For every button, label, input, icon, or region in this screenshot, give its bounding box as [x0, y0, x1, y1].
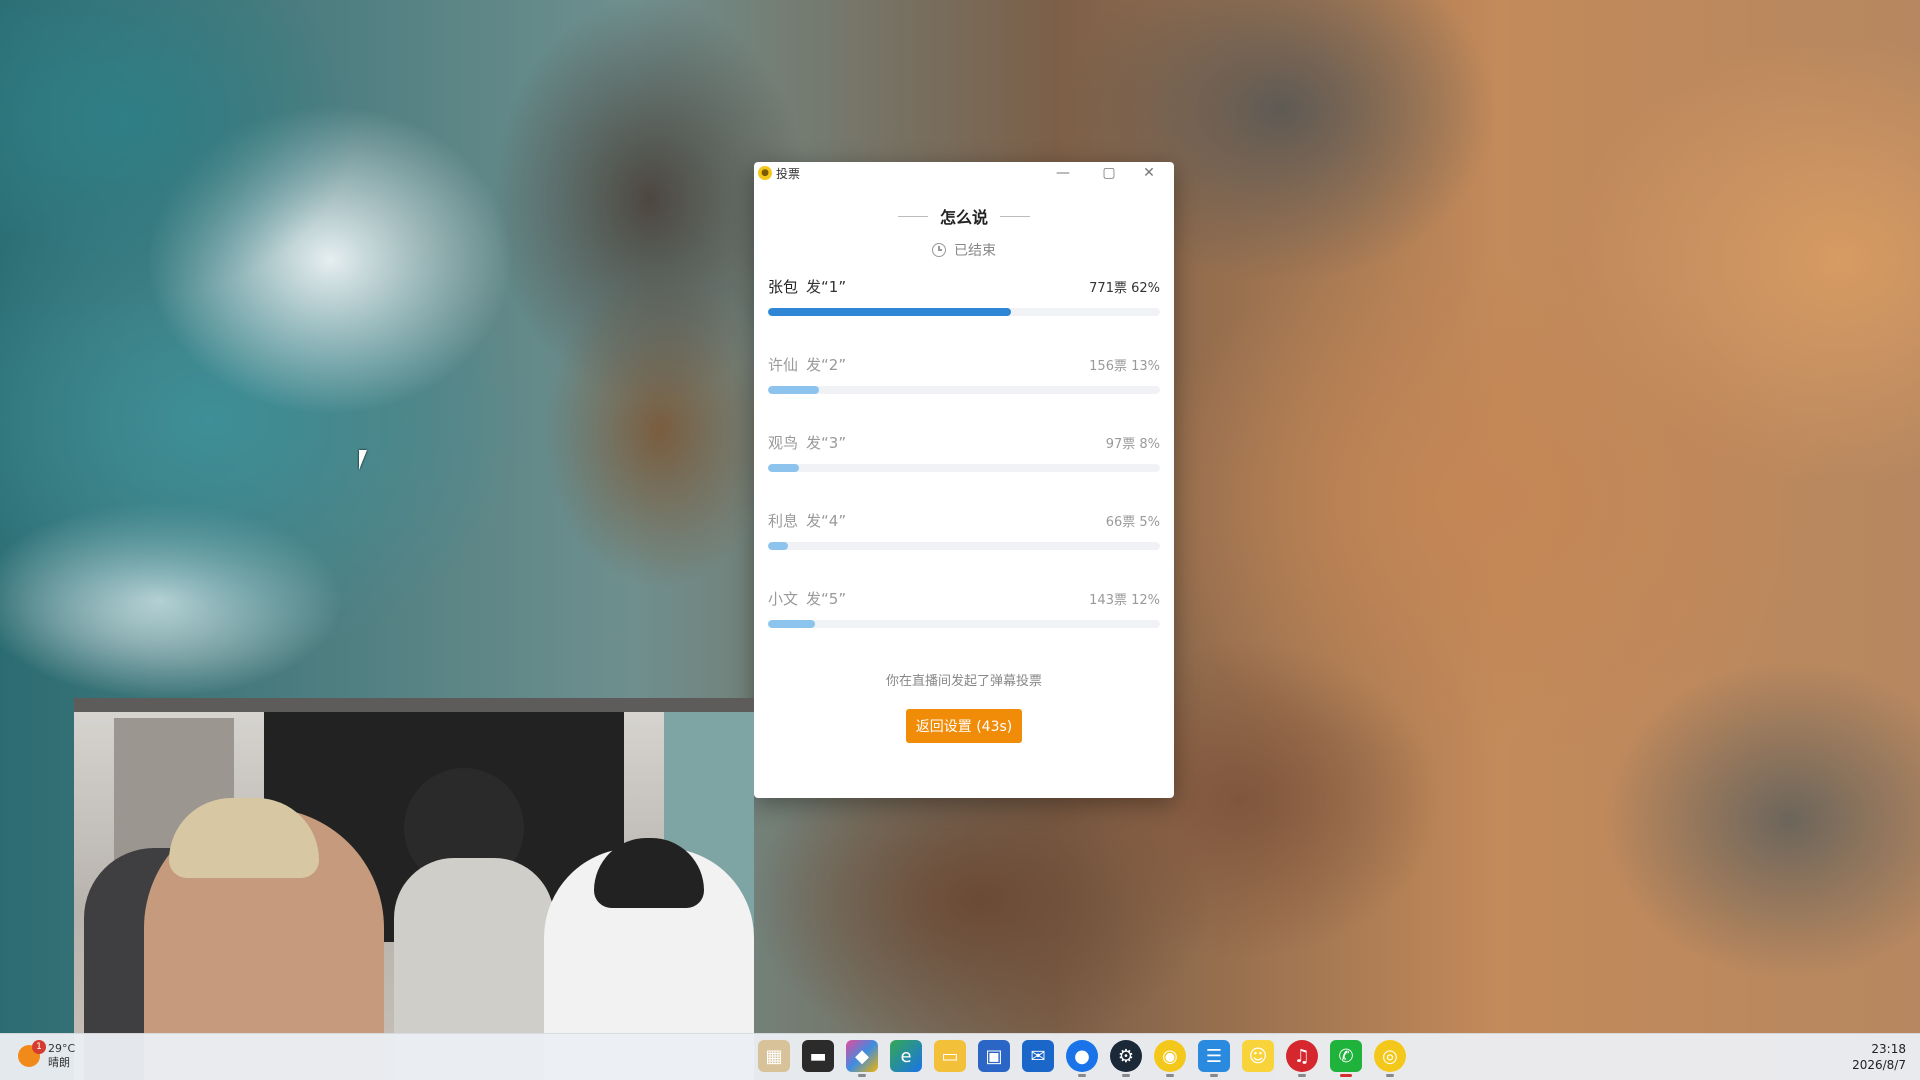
clock-date: 2026/8/7	[1852, 1058, 1906, 1072]
taskbar-apps: ▦ ▬ ◆ e ▭ ▣ ✉ ● ⚙ ◉ ☰ ☺ ♫ ✆ ◎	[752, 1040, 1412, 1077]
poll-options: 张包 发“1” 771票 62% 许仙 发“2” 156票 13% 观鸟 发“3…	[754, 274, 1174, 664]
poll-option-4: 利息 发“4” 66票 5%	[768, 508, 1160, 586]
clock-time: 23:18	[1871, 1042, 1906, 1056]
clock-icon	[932, 243, 946, 257]
minimize-button[interactable]: —	[1046, 162, 1080, 184]
title-divider-left	[897, 215, 928, 217]
option-command: 发“3”	[806, 433, 847, 452]
bilibili-icon[interactable]: ☺	[1242, 1040, 1274, 1072]
chrome-icon[interactable]: ●	[1066, 1040, 1098, 1077]
task-view-icon[interactable]: ▦	[758, 1040, 790, 1072]
webcam-overlay	[74, 698, 754, 1080]
poll-option-1: 张包 发“1” 771票 62%	[768, 274, 1160, 352]
poll-header: 怎么说	[754, 204, 1174, 228]
option-command: 发“1”	[806, 277, 847, 296]
edge-browser-icon[interactable]: e	[890, 1040, 922, 1072]
option-name: 许仙	[768, 355, 799, 374]
notepad-icon[interactable]: ☰	[1198, 1040, 1230, 1077]
window-title: 投票	[776, 166, 801, 181]
footer-note: 你在直播间发起了弹幕投票	[885, 674, 1042, 689]
weather-badge: 1	[32, 1040, 46, 1054]
maximize-button[interactable]: ▢	[1092, 162, 1126, 184]
system-clock[interactable]: 23:18 2026/8/7	[1852, 1041, 1906, 1073]
colorful-app-icon[interactable]: ◆	[846, 1040, 878, 1077]
back-to-settings-button[interactable]: 返回设置 (43s)	[906, 709, 1022, 743]
option-command: 发“2”	[806, 355, 847, 374]
live-app-icon[interactable]: ◎	[1374, 1040, 1406, 1077]
option-bar-track	[768, 464, 1160, 472]
close-button[interactable]: ✕	[1132, 162, 1166, 184]
option-bar-fill	[768, 308, 1012, 316]
option-bar-fill	[768, 464, 800, 472]
weather-widget[interactable]: 1 29°C 晴朗	[18, 1040, 76, 1070]
option-name: 观鸟	[768, 433, 799, 452]
option-bar-track	[768, 620, 1160, 628]
file-explorer-icon[interactable]: ▭	[934, 1040, 966, 1072]
option-stat: 156票 13%	[1089, 358, 1160, 374]
option-bar-fill	[768, 386, 819, 394]
option-bar-fill	[768, 542, 788, 550]
titlebar: ● 投票 — ▢ ✕	[754, 162, 1174, 184]
terminal-icon[interactable]: ▬	[802, 1040, 834, 1072]
option-bar-fill	[768, 620, 816, 628]
microsoft-store-icon[interactable]: ▣	[978, 1040, 1010, 1072]
option-bar-track	[768, 308, 1160, 316]
taskbar: 1 29°C 晴朗 ▦ ▬ ◆ e ▭ ▣ ✉ ● ⚙ ◉ ☰ ☺ ♫ ✆ ◎ …	[0, 1033, 1920, 1080]
weather-temp: 29°C	[48, 1042, 76, 1055]
option-bar-track	[768, 542, 1160, 550]
option-stat: 97票 8%	[1105, 436, 1160, 452]
vote-window: ● 投票 — ▢ ✕ 怎么说 已结束 张包 发“1” 771票 62% 许仙 发…	[754, 162, 1174, 798]
option-stat: 143票 12%	[1089, 592, 1160, 608]
option-command: 发“4”	[806, 511, 847, 530]
poll-option-2: 许仙 发“2” 156票 13%	[768, 352, 1160, 430]
option-name: 利息	[768, 511, 799, 530]
poll-status-text: 已结束	[954, 243, 996, 259]
weather-desc: 晴朗	[48, 1056, 70, 1069]
option-name: 小文	[768, 589, 799, 608]
wechat-icon[interactable]: ✆	[1330, 1040, 1362, 1077]
poll-title: 怎么说	[939, 208, 988, 227]
steam-icon[interactable]: ⚙	[1110, 1040, 1142, 1077]
poll-status: 已结束	[754, 240, 1174, 260]
option-bar-track	[768, 386, 1160, 394]
vote-app-icon: ●	[758, 166, 772, 180]
outlook-icon[interactable]: ✉	[1022, 1040, 1054, 1072]
title-divider-right	[1000, 215, 1030, 217]
option-command: 发“5”	[806, 589, 847, 608]
weather-icon: 1	[18, 1040, 46, 1067]
poll-option-3: 观鸟 发“3” 97票 8%	[768, 430, 1160, 508]
netease-music-icon[interactable]: ♫	[1286, 1040, 1318, 1077]
option-stat: 66票 5%	[1105, 514, 1160, 530]
yellow-app-icon[interactable]: ◉	[1154, 1040, 1186, 1077]
option-stat: 771票 62%	[1089, 280, 1160, 296]
mouse-cursor	[359, 450, 367, 470]
poll-option-5: 小文 发“5” 143票 12%	[768, 586, 1160, 664]
option-name: 张包	[768, 277, 799, 296]
